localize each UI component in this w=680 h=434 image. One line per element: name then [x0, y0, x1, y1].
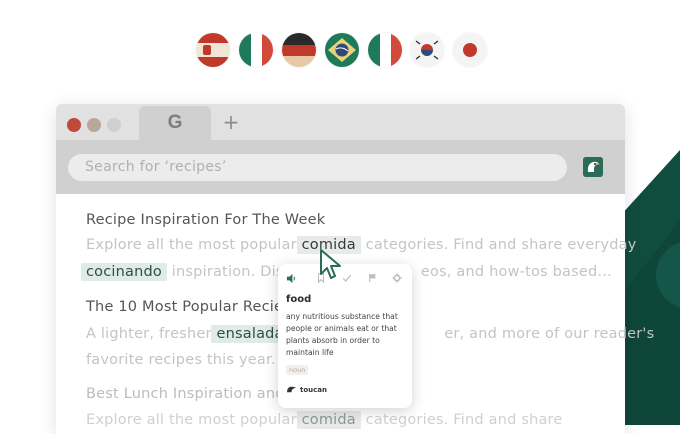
italy-flag-icon[interactable]: [239, 33, 273, 67]
italy-flag-icon-2[interactable]: [368, 33, 402, 67]
toucan-logo-icon: [287, 386, 296, 393]
maximize-window-button[interactable]: [107, 118, 121, 132]
new-tab-button[interactable]: +: [221, 110, 241, 134]
translation-definition: any nutritious substance that people or …: [286, 312, 398, 357]
search-placeholder: Search for ‘recipes’: [85, 159, 227, 175]
google-icon: G: [167, 112, 183, 133]
text-segment: eos, and how-tos based…: [420, 264, 613, 280]
article-heading-1[interactable]: Recipe Inspiration For The Week: [86, 212, 325, 228]
title-bar: G +: [56, 104, 625, 140]
mouse-cursor-icon: [320, 249, 341, 279]
toolbar: Search for ‘recipes’: [56, 140, 625, 194]
japan-flag-icon[interactable]: [453, 33, 487, 67]
part-of-speech-badge: noun: [286, 365, 309, 375]
text-segment: categories. Find and share: [360, 412, 563, 428]
close-window-button[interactable]: [67, 118, 81, 132]
article-heading-3[interactable]: Best Lunch Inspiration and T: [86, 386, 299, 402]
toucan-brand[interactable]: toucan: [286, 385, 327, 394]
korea-flag-icon[interactable]: [410, 33, 444, 67]
article-paragraph-line: Explore all the most popular comida cate…: [86, 236, 637, 254]
search-bar[interactable]: Search for ‘recipes’: [68, 154, 567, 181]
minimize-window-button[interactable]: [87, 118, 101, 132]
translated-word-highlight[interactable]: cocinando: [81, 263, 167, 281]
language-flags: [0, 33, 680, 69]
brand-label: toucan: [300, 385, 327, 394]
translated-word-highlight[interactable]: comida: [296, 411, 361, 429]
text-segment: Explore all the most popular: [86, 237, 302, 253]
article-paragraph-line: favorite recipes this year.: [86, 352, 276, 368]
germany-flag-icon[interactable]: [282, 33, 316, 67]
brazil-flag-icon[interactable]: [325, 33, 359, 67]
article-paragraph-line: Explore all the most popular comida cate…: [86, 411, 563, 429]
translation-popup: food any nutritious substance that peopl…: [278, 264, 412, 408]
text-segment: A lighter, fresher: [86, 326, 217, 342]
spain-flag-icon[interactable]: [196, 33, 230, 67]
toucan-extension-icon[interactable]: [583, 157, 603, 177]
flag-report-icon[interactable]: [366, 271, 380, 285]
text-segment: categories. Find and share everyday: [360, 237, 637, 253]
article-heading-2[interactable]: The 10 Most Popular Recies o: [86, 299, 305, 315]
text-segment: Explore all the most popular: [86, 412, 302, 428]
speaker-icon[interactable]: [284, 271, 298, 285]
gear-icon[interactable]: [390, 271, 404, 285]
text-segment: er, and more of our reader's: [444, 326, 655, 342]
translation-word: food: [286, 294, 312, 305]
browser-tab[interactable]: G: [139, 106, 211, 140]
